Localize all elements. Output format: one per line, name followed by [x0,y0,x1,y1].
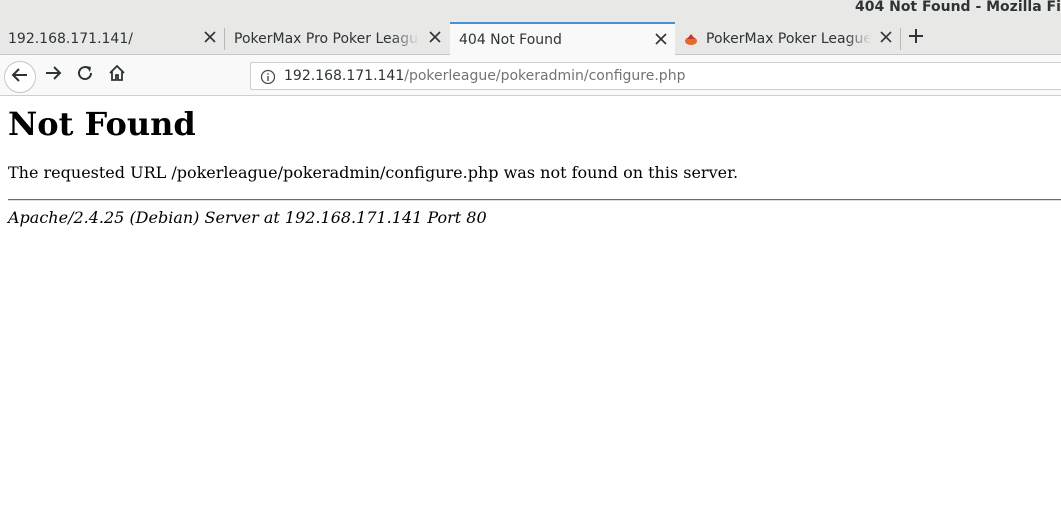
tab-label: PokerMax Pro Poker League [234,30,419,47]
plus-icon [908,28,924,48]
navigation-toolbar: 192.168.171.141/pokerleague/pokeradmin/c… [0,55,1061,96]
back-arrow-icon [11,66,29,88]
page-heading: Not Found [8,105,196,143]
url-host: 192.168.171.141 [284,68,405,84]
home-icon [108,64,126,86]
tab-label: 404 Not Found [459,32,562,48]
info-icon[interactable] [260,69,276,85]
url-path: /pokerleague/pokeradmin/configure.php [404,68,686,84]
forward-arrow-icon [44,64,62,86]
new-tab-button[interactable] [902,24,930,52]
url-bar[interactable]: 192.168.171.141/pokerleague/pokeradmin/c… [250,62,1061,90]
tab-strip: 192.168.171.141/ PokerMax Pro Poker Leag… [0,18,1061,56]
page-content: Not Found The requested URL /pokerleague… [0,96,1061,532]
error-message: The requested URL /pokerleague/pokeradmi… [8,163,739,182]
forward-button[interactable] [39,61,67,89]
url-text[interactable]: 192.168.171.141/pokerleague/pokeradmin/c… [284,68,685,84]
tab-label: 192.168.171.141/ [8,30,133,47]
reload-button[interactable] [71,61,99,89]
tab-separator [900,28,901,50]
tab-pokermax-pro[interactable]: PokerMax Pro Poker League [225,22,449,55]
window-title: 404 Not Found - Mozilla Firefox [855,0,1061,15]
server-signature: Apache/2.4.25 (Debian) Server at 192.168… [8,208,487,227]
tab-ip-root[interactable]: 192.168.171.141/ [0,22,224,55]
tab-label: PokerMax Poker League [706,30,871,47]
window-titlebar: 404 Not Found - Mozilla Firefox [0,0,1061,18]
close-icon[interactable] [427,29,443,45]
close-icon[interactable] [878,29,894,45]
back-button[interactable] [4,61,36,93]
card-suit-favicon-icon [684,32,698,46]
close-icon[interactable] [202,29,218,45]
reload-icon [76,64,94,86]
close-icon[interactable] [653,31,669,47]
home-button[interactable] [103,61,131,89]
tab-pokermax-league[interactable]: PokerMax Poker League [676,22,900,55]
divider [8,199,1061,201]
tab-404-not-found[interactable]: 404 Not Found [450,22,675,56]
